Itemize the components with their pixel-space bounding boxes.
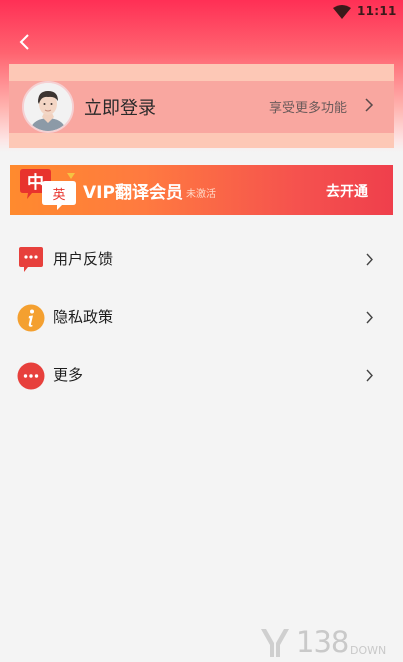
vip-banner[interactable]: 中 英 VIP翻译会员 未激活 去开通: [10, 165, 393, 215]
status-bar: 11:11: [0, 0, 403, 24]
info-icon: [17, 304, 45, 332]
feedback-icon: [19, 247, 43, 272]
login-card[interactable]: 立即登录 享受更多功能: [9, 64, 394, 148]
chevron-right-icon: [366, 369, 373, 382]
vip-logo-bottom: 英: [52, 188, 65, 203]
menu-item-more[interactable]: 更多: [0, 351, 403, 401]
watermark-logo-icon: [261, 629, 289, 657]
menu-label-more: 更多: [53, 366, 84, 384]
translate-logo-icon: 中 英: [20, 169, 76, 210]
more-icon: [17, 362, 45, 390]
login-title[interactable]: 立即登录: [84, 94, 156, 120]
activate-vip-button[interactable]: 去开通: [326, 181, 368, 201]
status-time: 11:11: [357, 4, 397, 18]
menu-label-feedback: 用户反馈: [53, 250, 114, 268]
menu-label-privacy: 隐私政策: [53, 308, 114, 326]
vip-logo-top: 中: [27, 172, 44, 193]
wifi-icon: [333, 5, 351, 19]
vip-title: VIP翻译会员: [83, 183, 183, 203]
watermark-brand: 138: [296, 625, 349, 659]
menu-item-feedback[interactable]: 用户反馈: [0, 235, 403, 285]
chevron-right-icon: [366, 311, 373, 324]
chevron-right-icon: [365, 98, 374, 112]
menu-item-privacy[interactable]: 隐私政策: [0, 293, 403, 343]
chevron-right-icon: [366, 253, 373, 266]
chevron-left-icon[interactable]: [14, 32, 36, 52]
watermark-sub: DOWN: [350, 644, 387, 657]
vip-status: 未激活: [186, 189, 216, 200]
avatar-icon[interactable]: [22, 81, 74, 133]
login-hint: 享受更多功能: [268, 101, 347, 116]
